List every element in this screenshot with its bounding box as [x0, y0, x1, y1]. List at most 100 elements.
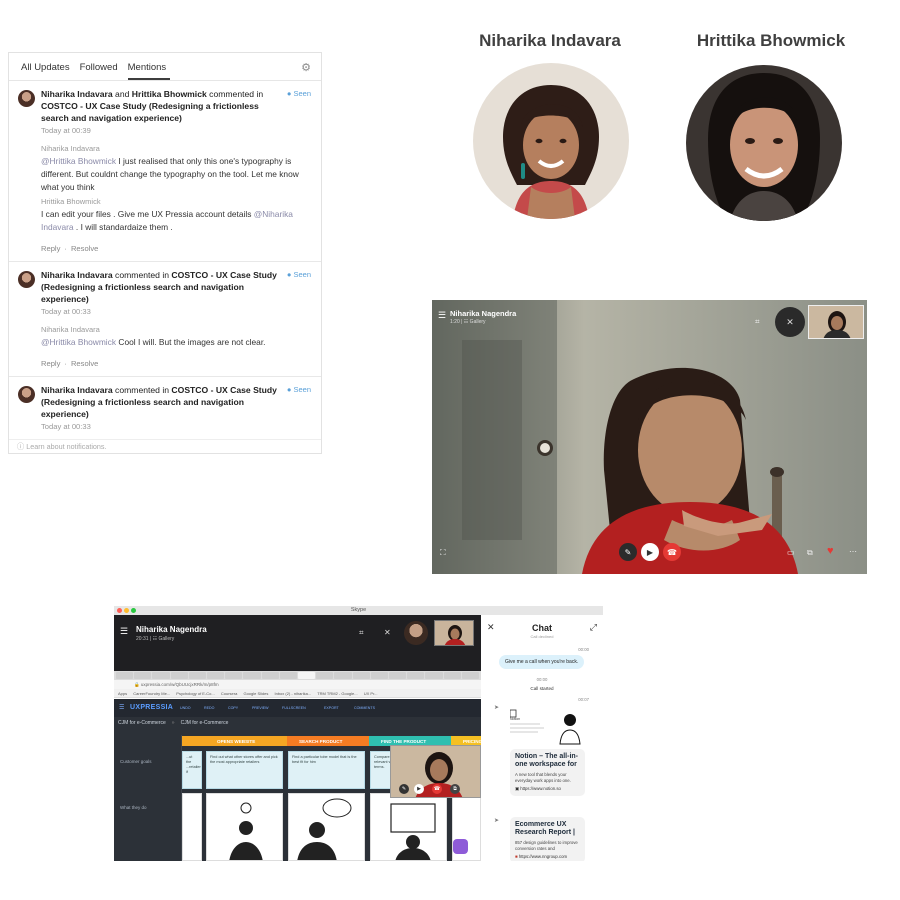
breadcrumb-item[interactable]: CJM for e-Commerce	[118, 720, 166, 726]
reply-text: @Hrittika Bhowmick Cool I will. But the …	[41, 336, 311, 349]
link-card[interactable]: Ecommerce UX Research Report | 857 desig…	[510, 817, 585, 861]
expand-icon[interactable]: ⛶	[440, 548, 446, 558]
redo-button[interactable]: REDO	[204, 706, 214, 710]
share-icon[interactable]: ⧉	[450, 784, 460, 794]
action-sketch[interactable]	[182, 793, 202, 861]
caller-name: Niharika Nagendra	[450, 309, 517, 318]
stage-header-partial[interactable]	[182, 736, 205, 746]
action-sketch[interactable]	[206, 793, 283, 861]
browser-tab[interactable]	[170, 672, 188, 679]
browser-tab[interactable]	[152, 672, 170, 679]
browser-tab[interactable]	[352, 672, 370, 679]
browser-tab[interactable]	[443, 672, 461, 679]
copy-button[interactable]: COPY	[228, 706, 238, 710]
goal-card[interactable]: Find out what other stores offer and pic…	[206, 751, 283, 789]
link-card-title: Ecommerce UX Research Report |	[515, 821, 575, 836]
browser-tab[interactable]	[243, 672, 261, 679]
browser-tab-active[interactable]	[298, 672, 316, 679]
address-bar[interactable]: 🔒 uxpressia.com/w/QbUUcjxRRk/m/p8fm	[114, 680, 481, 689]
participant-video[interactable]	[434, 620, 474, 646]
stage-header[interactable]: SEARCH PRODUCT	[287, 736, 369, 746]
export-button[interactable]: EXPORT	[324, 706, 339, 710]
link-card-url[interactable]: ■ https://www.nngroup.com	[515, 854, 580, 859]
message-bubble[interactable]: Give me a call when you're back.	[499, 655, 585, 669]
document-link[interactable]: COSTCO - UX Case Study (Redesigning a fr…	[41, 101, 259, 123]
tab-all-updates[interactable]: All Updates	[21, 62, 74, 80]
preview-button[interactable]: PREVIEW	[252, 706, 269, 710]
mention-link[interactable]: @Hrittika Bhowmick	[41, 337, 116, 347]
bookmark-item[interactable]: TRM TRM2 - Google...	[317, 691, 357, 696]
avatar[interactable]	[404, 621, 428, 645]
camera-icon[interactable]: ▶	[414, 784, 424, 794]
goal-card[interactable]: ...ut the ...retailer if	[182, 751, 202, 789]
mention-link[interactable]: @Hrittika Bhowmick	[41, 156, 116, 166]
crop-icon[interactable]: ⌗	[359, 628, 364, 638]
action-sketch[interactable]	[288, 793, 365, 861]
mute-icon[interactable]: ✎	[619, 543, 637, 561]
mic-off-icon[interactable]: ✕	[775, 307, 805, 337]
stage-header[interactable]: OPENS WEBSITE	[205, 736, 287, 746]
gear-icon[interactable]: ⚙	[301, 61, 311, 74]
action-sketch[interactable]	[370, 793, 447, 861]
bookmark-item[interactable]: Apps	[118, 691, 127, 696]
tab-mentions[interactable]: Mentions	[127, 62, 171, 80]
author-name[interactable]: Niharika Indavara	[41, 270, 113, 280]
browser-tab[interactable]	[425, 672, 443, 679]
self-view[interactable]	[808, 305, 864, 339]
chat-icon[interactable]: ▭	[787, 548, 795, 557]
browser-tab[interactable]	[389, 672, 407, 679]
browser-tab[interactable]	[316, 672, 334, 679]
bookmark-item[interactable]: Google Slides	[243, 691, 268, 696]
comments-button[interactable]: COMMENTS	[354, 706, 375, 710]
mute-icon[interactable]: ✎	[399, 784, 409, 794]
browser-tab[interactable]	[334, 672, 352, 679]
mic-off-icon[interactable]: ✕	[384, 628, 391, 637]
browser-tab[interactable]	[461, 672, 480, 679]
link-preview-image[interactable]: Notion	[509, 708, 585, 746]
forward-icon[interactable]: ➤	[494, 817, 499, 824]
forward-icon[interactable]: ➤	[494, 704, 499, 711]
bookmark-item[interactable]: UX Pr...	[364, 691, 378, 696]
chat-widget-button[interactable]	[453, 839, 468, 854]
browser-tab[interactable]	[279, 672, 298, 679]
menu-icon[interactable]: ☰	[438, 310, 446, 321]
resolve-button[interactable]: Resolve	[71, 359, 98, 368]
goal-card[interactable]: Find a particular tobe model that is the…	[288, 751, 365, 789]
more-icon[interactable]: ⋯	[849, 547, 857, 556]
reply-button[interactable]: Reply	[41, 244, 60, 253]
breadcrumb-item[interactable]: CJM for e-Commerce	[181, 720, 229, 726]
bookmark-item[interactable]: Coursera	[221, 691, 237, 696]
tab-followed[interactable]: Followed	[80, 62, 122, 80]
share-icon[interactable]: ⧉	[807, 548, 813, 558]
browser-tab[interactable]	[370, 672, 389, 679]
menu-icon[interactable]: ☰	[119, 704, 124, 711]
link-card-url[interactable]: ▣ https://www.notion.so	[515, 786, 580, 792]
browser-tab[interactable]	[407, 672, 425, 679]
undo-button[interactable]: UNDO	[180, 706, 191, 710]
browser-tab[interactable]	[116, 672, 134, 679]
bookmark-item[interactable]: Psychology of E-Co...	[176, 691, 214, 696]
bookmark-item[interactable]: Inbox (2) - niharika...	[274, 691, 311, 696]
expand-icon[interactable]: ⤢	[590, 622, 597, 633]
author-name[interactable]: Niharika Indavara	[41, 385, 113, 395]
browser-tab[interactable]	[261, 672, 279, 679]
link-card[interactable]: Notion – The all-in-one workspace for A …	[510, 749, 585, 796]
camera-icon[interactable]: ▶	[641, 543, 659, 561]
hangup-icon[interactable]: ☎	[432, 784, 442, 794]
author-name[interactable]: Niharika Indavara	[41, 89, 113, 99]
hangup-icon[interactable]: ☎	[663, 543, 681, 561]
browser-tab[interactable]	[134, 672, 152, 679]
fullscreen-button[interactable]: FULLSCREEN	[282, 706, 306, 710]
reply-button[interactable]: Reply	[41, 359, 60, 368]
browser-tab[interactable]	[225, 672, 243, 679]
learn-notifications-link[interactable]: Learn about notifications.	[26, 442, 106, 451]
heart-icon[interactable]: ♥	[827, 545, 834, 557]
skype-window: Skype ☰ Niharika Nagendra 20:31 | ☷ Gall…	[114, 606, 603, 861]
browser-tab[interactable]	[207, 672, 225, 679]
menu-icon[interactable]: ☰	[120, 626, 128, 637]
crop-icon[interactable]: ⌗	[755, 317, 760, 327]
author-name[interactable]: Hrittika Bhowmick	[132, 89, 207, 99]
bookmark-item[interactable]: CareerFoundry Me...	[133, 691, 170, 696]
browser-tab[interactable]	[188, 672, 207, 679]
resolve-button[interactable]: Resolve	[71, 244, 98, 253]
